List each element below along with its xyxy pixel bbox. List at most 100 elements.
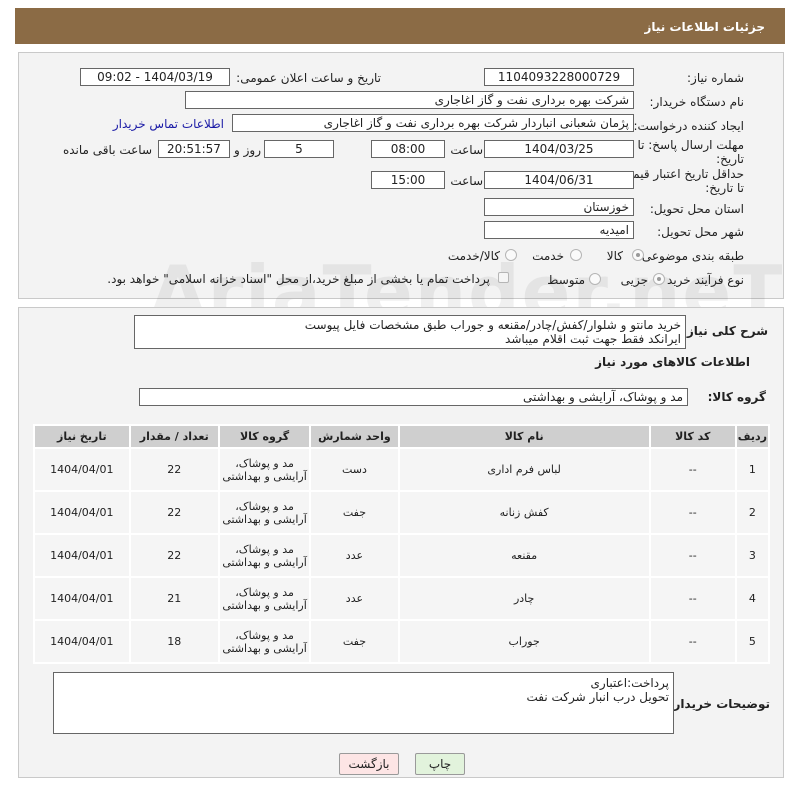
- days-label: روز و: [234, 143, 261, 157]
- cell-name: جوراب: [397, 619, 651, 664]
- cell-unit: جفت: [309, 619, 400, 664]
- remaining-time-label: ساعت باقی مانده: [62, 143, 152, 157]
- announce-datetime-field: 1404/03/19 - 09:02: [80, 68, 230, 86]
- validity-date-field: 1404/06/31: [484, 171, 634, 189]
- table-row: 5 -- جوراب جفت مد و پوشاک، آرایشی و بهدا…: [33, 619, 771, 664]
- category-radio-goods[interactable]: [632, 249, 644, 261]
- table-row: 3 -- مقنعه عدد مد و پوشاک، آرایشی و بهدا…: [33, 533, 771, 578]
- col-header-index: ردیف: [734, 424, 771, 449]
- category-label: طبقه بندی موضوعی:: [637, 249, 744, 263]
- cell-name: چادر: [397, 576, 651, 621]
- buyer-contact-link[interactable]: اطلاعات تماس خریدار: [113, 117, 224, 131]
- validity-time-field: 15:00: [371, 171, 445, 189]
- announce-label: تاریخ و ساعت اعلان عمومی:: [236, 71, 381, 85]
- cell-qty: 22: [128, 490, 220, 535]
- category-radio-both[interactable]: [505, 249, 517, 261]
- cell-index: 2: [734, 490, 771, 535]
- process-option-medium: متوسط: [547, 273, 585, 287]
- cell-index: 1: [734, 447, 771, 492]
- cell-date: 1404/04/01: [33, 619, 131, 664]
- category-radio-service[interactable]: [570, 249, 582, 261]
- buyer-notes-field: پرداخت:اعتباری تحویل درب انبار شرکت نفت: [53, 672, 674, 734]
- buyer-org-field: شرکت بهره برداری نفت و گاز اغاجاری: [185, 91, 634, 109]
- category-option-service: خدمت: [532, 249, 564, 263]
- cell-unit: جفت: [309, 490, 400, 535]
- cell-group: مد و پوشاک، آرایشی و بهداشتی: [217, 619, 312, 664]
- table-row: 2 -- کفش زنانه جفت مد و پوشاک، آرایشی و …: [33, 490, 771, 535]
- description-line-1: خرید مانتو و شلوار/کفش/چادر/مقنعه و جورا…: [304, 318, 681, 332]
- table-row: 1 -- لباس فرم اداری دست مد و پوشاک، آرای…: [33, 447, 771, 492]
- cell-group: مد و پوشاک، آرایشی و بهداشتی: [217, 490, 312, 535]
- category-option-both: کالا/خدمت: [447, 249, 500, 263]
- cell-group: مد و پوشاک، آرایشی و بهداشتی: [217, 447, 312, 492]
- cell-code: --: [648, 576, 737, 621]
- province-field: خوزستان: [484, 198, 634, 216]
- days-remaining-field: 5: [264, 140, 334, 158]
- page-header: جزئیات اطلاعات نیاز: [15, 8, 785, 44]
- goods-group-field: مد و پوشاک، آرایشی و بهداشتی: [139, 388, 688, 406]
- city-field: امیدیه: [484, 221, 634, 239]
- table-row: 4 -- چادر عدد مد و پوشاک، آرایشی و بهداش…: [33, 576, 771, 621]
- cell-unit: عدد: [309, 576, 400, 621]
- cell-unit: عدد: [309, 533, 400, 578]
- remaining-time-field: 20:51:57: [158, 140, 230, 158]
- col-header-code: کد کالا: [648, 424, 737, 449]
- buyer-notes-line-1: پرداخت:اعتباری: [590, 676, 669, 690]
- process-radio-medium[interactable]: [589, 273, 601, 285]
- city-label: شهر محل تحویل:: [657, 225, 744, 239]
- cell-date: 1404/04/01: [33, 490, 131, 535]
- description-label: شرح کلی نیاز:: [682, 324, 768, 338]
- cell-qty: 22: [128, 447, 220, 492]
- validity-time-label: ساعت: [450, 174, 483, 188]
- goods-table: ردیف کد کالا نام کالا واحد شمارش گروه کا…: [33, 424, 771, 664]
- col-header-unit: واحد شمارش: [309, 424, 400, 449]
- cell-code: --: [648, 619, 737, 664]
- goods-info-title: اطلاعات کالاهای مورد نیاز: [595, 355, 750, 369]
- validity-label-1: حداقل تاریخ اعتبار قیمت:: [617, 167, 744, 181]
- payment-checkbox[interactable]: [498, 272, 509, 283]
- need-number-label: شماره نیاز:: [687, 71, 744, 85]
- cell-group: مد و پوشاک، آرایشی و بهداشتی: [217, 533, 312, 578]
- col-header-date: تاریخ نیاز: [33, 424, 131, 449]
- back-button[interactable]: بازگشت: [339, 753, 399, 775]
- cell-index: 5: [734, 619, 771, 664]
- cell-unit: دست: [309, 447, 400, 492]
- buyer-org-label: نام دستگاه خریدار:: [649, 95, 745, 109]
- col-header-qty: تعداد / مقدار: [128, 424, 220, 449]
- page-title: جزئیات اطلاعات نیاز: [644, 20, 765, 34]
- cell-code: --: [648, 490, 737, 535]
- description-field: خرید مانتو و شلوار/کفش/چادر/مقنعه و جورا…: [134, 315, 686, 349]
- cell-name: مقنعه: [397, 533, 651, 578]
- print-button[interactable]: چاپ: [415, 753, 465, 775]
- cell-name: کفش زنانه: [397, 490, 651, 535]
- cell-qty: 18: [128, 619, 220, 664]
- cell-date: 1404/04/01: [33, 576, 131, 621]
- creator-label: ایجاد کننده درخواست:: [633, 119, 744, 133]
- process-radio-minor[interactable]: [653, 273, 665, 285]
- cell-group: مد و پوشاک، آرایشی و بهداشتی: [217, 576, 312, 621]
- cell-date: 1404/04/01: [33, 533, 131, 578]
- payment-note: پرداخت تمام یا بخشی از مبلغ خرید،از محل …: [107, 272, 490, 286]
- table-header-row: ردیف کد کالا نام کالا واحد شمارش گروه کا…: [33, 424, 771, 449]
- cell-index: 4: [734, 576, 771, 621]
- buyer-notes-line-2: تحویل درب انبار شرکت نفت: [526, 690, 669, 704]
- description-line-2: ایرانکد فقط جهت ثبت اقلام میباشد: [505, 332, 681, 346]
- deadline-time-label: ساعت: [450, 143, 483, 157]
- col-header-name: نام کالا: [397, 424, 651, 449]
- cell-index: 3: [734, 533, 771, 578]
- deadline-date-field: 1404/03/25: [484, 140, 634, 158]
- category-option-goods: کالا: [606, 249, 623, 263]
- cell-qty: 22: [128, 533, 220, 578]
- goods-group-label: گروه کالا:: [707, 390, 766, 404]
- cell-code: --: [648, 447, 737, 492]
- buyer-notes-label: توضیحات خریدار:: [668, 697, 770, 711]
- cell-date: 1404/04/01: [33, 447, 131, 492]
- validity-label-2: تا تاریخ:: [705, 181, 744, 195]
- need-number-field: 1104093228000729: [484, 68, 634, 86]
- process-label: نوع فرآیند خرید :: [659, 273, 744, 287]
- deadline-label-2: تاریخ:: [716, 152, 744, 166]
- cell-qty: 21: [128, 576, 220, 621]
- cell-code: --: [648, 533, 737, 578]
- deadline-label-1: مهلت ارسال پاسخ: تا: [637, 138, 744, 152]
- creator-field: پژمان شعبانی انباردار شرکت بهره برداری ن…: [232, 114, 634, 132]
